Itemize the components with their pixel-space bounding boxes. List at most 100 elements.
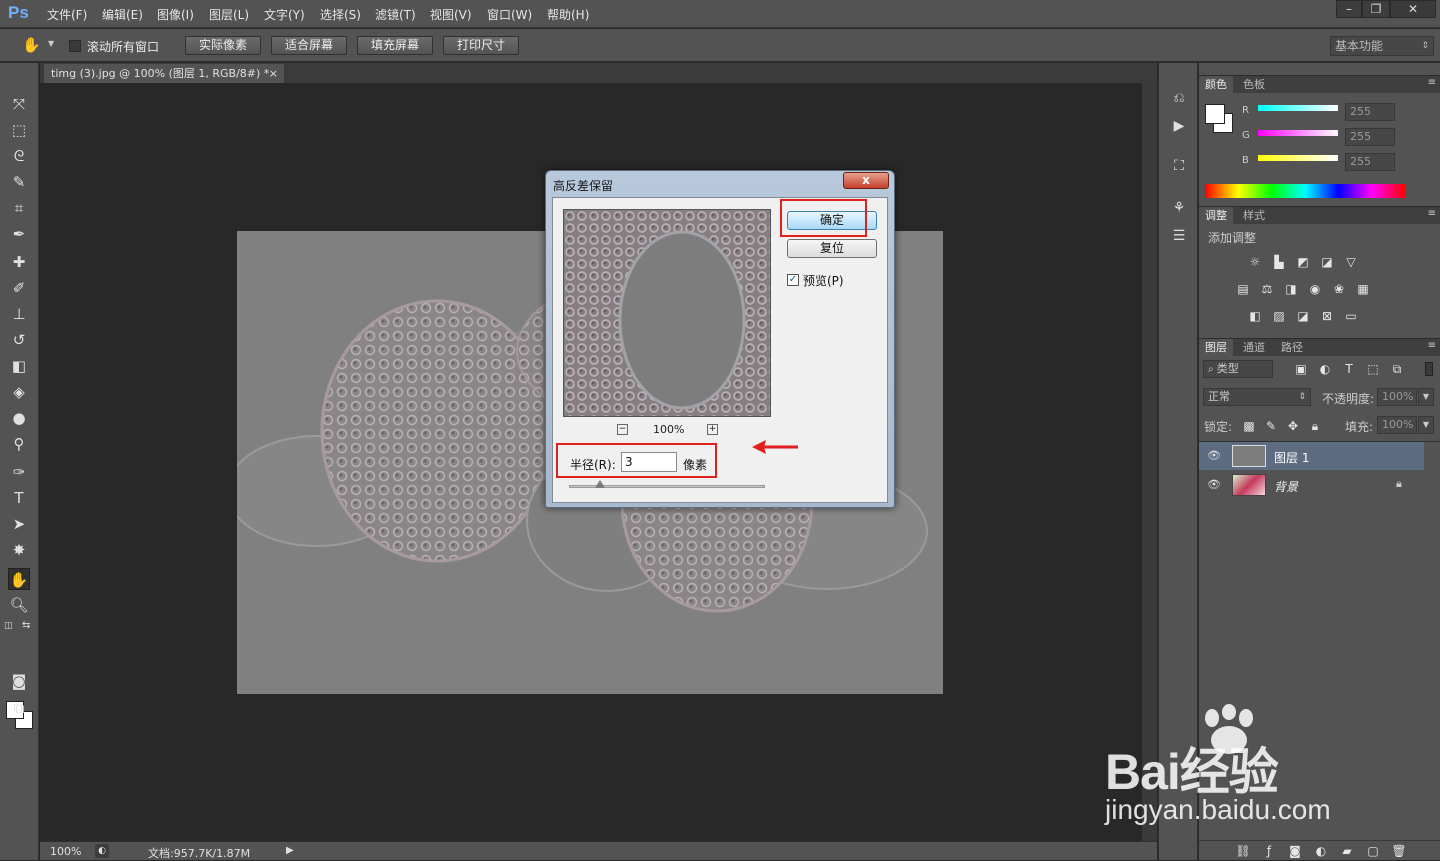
- menu-window[interactable]: 窗口(W): [487, 6, 532, 23]
- channel-mixer-adjust-icon[interactable]: ❀: [1331, 282, 1347, 296]
- layer-row[interactable]: 👁︎ 图层 1: [1199, 442, 1424, 470]
- quick-select-tool-icon[interactable]: ✎: [8, 171, 30, 193]
- posterize-adjust-icon[interactable]: ▨: [1271, 309, 1287, 323]
- layer-name[interactable]: 背景: [1274, 478, 1298, 495]
- color-spectrum-ramp[interactable]: [1205, 184, 1405, 198]
- paint-bucket-tool-icon[interactable]: ◈: [8, 381, 30, 403]
- pen-tool-icon[interactable]: ✑: [8, 461, 30, 483]
- color-fg-swatch[interactable]: [1205, 104, 1225, 124]
- tab-paths[interactable]: 路径: [1275, 339, 1309, 357]
- lock-position-icon[interactable]: ✥: [1285, 419, 1301, 433]
- link-layers-icon[interactable]: ⛓: [1235, 844, 1251, 858]
- blend-mode-select[interactable]: 正常 ⇕: [1203, 388, 1311, 406]
- status-menu-icon[interactable]: ◐: [95, 844, 109, 858]
- filter-preview[interactable]: [563, 209, 771, 417]
- invert-adjust-icon[interactable]: ◧: [1247, 309, 1263, 323]
- marquee-tool-icon[interactable]: ⬚: [8, 119, 30, 141]
- fit-screen-button[interactable]: 适合屏幕: [271, 36, 347, 55]
- path-selection-tool-icon[interactable]: ➤: [8, 513, 30, 535]
- panel-menu-icon[interactable]: ≡: [1428, 77, 1436, 88]
- menu-filter[interactable]: 滤镜(T): [375, 6, 416, 23]
- channel-g-value[interactable]: 255: [1345, 128, 1395, 146]
- restore-button[interactable]: ❐: [1362, 0, 1390, 18]
- history-brush-tool-icon[interactable]: ↺: [8, 329, 30, 351]
- lock-all-icon[interactable]: 🔒︎: [1307, 419, 1323, 433]
- tab-color[interactable]: 颜色: [1199, 76, 1233, 94]
- history-panel-icon[interactable]: ⎌: [1170, 89, 1188, 107]
- menu-type[interactable]: 文字(Y): [264, 6, 305, 23]
- menu-edit[interactable]: 编辑(E): [102, 6, 143, 23]
- fill-screen-button[interactable]: 填充屏幕: [357, 36, 433, 55]
- new-group-icon[interactable]: ▰: [1339, 844, 1355, 858]
- channel-r-slider[interactable]: [1258, 105, 1338, 111]
- menu-file[interactable]: 文件(F): [47, 6, 87, 23]
- gradient-map-adjust-icon[interactable]: ▭: [1343, 309, 1359, 323]
- healing-brush-tool-icon[interactable]: ✚: [8, 251, 30, 273]
- levels-adjust-icon[interactable]: ▙: [1271, 255, 1287, 269]
- zoom-level[interactable]: 100%: [50, 845, 81, 858]
- hue-saturation-adjust-icon[interactable]: ▤: [1235, 282, 1251, 296]
- quick-mask-icon[interactable]: ◙: [8, 670, 30, 692]
- lock-transparent-icon[interactable]: ▩: [1241, 419, 1257, 433]
- brush-presets-icon[interactable]: ☰: [1170, 227, 1188, 245]
- zoom-out-button[interactable]: −: [617, 424, 628, 435]
- crop-tool-icon[interactable]: ⌗: [8, 197, 30, 219]
- threshold-adjust-icon[interactable]: ◪: [1295, 309, 1311, 323]
- filter-toggle-switch[interactable]: [1425, 362, 1433, 376]
- blur-tool-icon[interactable]: ●: [8, 407, 30, 429]
- tool-preset-chevron-icon[interactable]: ▼: [48, 39, 54, 48]
- filter-pixel-icon[interactable]: ▣: [1293, 362, 1309, 376]
- tab-channels[interactable]: 通道: [1237, 339, 1271, 357]
- actions-panel-icon[interactable]: ▶: [1170, 117, 1188, 135]
- shape-tool-icon[interactable]: ✸: [8, 539, 30, 561]
- preview-checkbox[interactable]: ✓: [787, 274, 799, 286]
- channel-b-slider[interactable]: [1258, 155, 1338, 161]
- layer-row[interactable]: 👁︎ 背景 🔒︎: [1199, 471, 1424, 499]
- screen-mode-icon[interactable]: ⧉: [8, 697, 30, 719]
- actual-pixels-button[interactable]: 实际像素: [185, 36, 261, 55]
- eraser-tool-icon[interactable]: ◧: [8, 355, 30, 377]
- print-size-button[interactable]: 打印尺寸: [443, 36, 519, 55]
- menu-layer[interactable]: 图层(L): [209, 6, 249, 23]
- fill-field[interactable]: 100%: [1377, 416, 1417, 434]
- color-lookup-adjust-icon[interactable]: ▦: [1355, 282, 1371, 296]
- add-mask-icon[interactable]: ◙: [1287, 844, 1303, 858]
- selective-color-adjust-icon[interactable]: ⊠: [1319, 309, 1335, 323]
- opacity-field[interactable]: 100%: [1377, 388, 1417, 406]
- hand-tool-icon[interactable]: ✋: [8, 568, 30, 590]
- new-adjustment-icon[interactable]: ◐: [1313, 844, 1329, 858]
- tab-layers[interactable]: 图层: [1199, 339, 1233, 357]
- radius-slider-thumb[interactable]: [595, 480, 605, 488]
- filter-type-icon[interactable]: T: [1341, 362, 1357, 376]
- tab-styles[interactable]: 样式: [1237, 207, 1271, 225]
- chevron-down-icon[interactable]: ▼: [1418, 416, 1434, 434]
- menu-help[interactable]: 帮助(H): [547, 6, 589, 23]
- menu-image[interactable]: 图像(I): [157, 6, 194, 23]
- default-colors-icon[interactable]: ◫: [4, 621, 14, 631]
- filter-adjustment-icon[interactable]: ◐: [1317, 362, 1333, 376]
- black-white-adjust-icon[interactable]: ◨: [1283, 282, 1299, 296]
- reset-button[interactable]: 复位: [787, 239, 877, 258]
- swap-colors-icon[interactable]: ⇆: [22, 620, 34, 632]
- new-layer-icon[interactable]: ▢: [1365, 844, 1381, 858]
- minimize-button[interactable]: –: [1336, 0, 1362, 18]
- menu-select[interactable]: 选择(S): [320, 6, 361, 23]
- eye-icon[interactable]: 👁︎: [1207, 478, 1221, 491]
- photo-filter-adjust-icon[interactable]: ◉: [1307, 282, 1323, 296]
- brightness-adjust-icon[interactable]: ☼: [1247, 255, 1263, 269]
- fx-icon[interactable]: ƒ: [1261, 844, 1277, 858]
- close-window-button[interactable]: ✕: [1390, 0, 1436, 18]
- tab-swatches[interactable]: 色板: [1237, 76, 1271, 94]
- layer-name[interactable]: 图层 1: [1274, 449, 1309, 466]
- status-arrow-icon[interactable]: ▶: [286, 845, 294, 856]
- hand-tool-icon[interactable]: ✋: [22, 36, 41, 54]
- tab-adjustments[interactable]: 调整: [1199, 207, 1233, 225]
- close-tab-icon[interactable]: ×: [269, 64, 278, 83]
- dodge-tool-icon[interactable]: ⚲: [8, 433, 30, 455]
- filter-smart-object-icon[interactable]: ⧉: [1389, 362, 1405, 376]
- chevron-down-icon[interactable]: ▼: [1418, 388, 1434, 406]
- color-balance-adjust-icon[interactable]: ⚖: [1259, 282, 1275, 296]
- type-tool-icon[interactable]: T: [8, 487, 30, 509]
- lasso-tool-icon[interactable]: ᘓ: [8, 145, 30, 167]
- filter-shape-icon[interactable]: ⬚: [1365, 362, 1381, 376]
